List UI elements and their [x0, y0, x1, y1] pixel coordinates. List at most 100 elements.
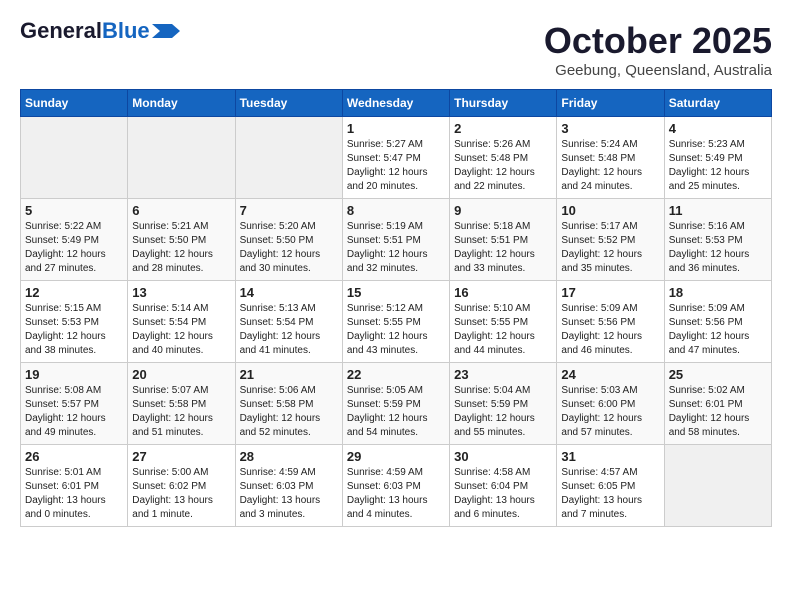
- day-info: Sunrise: 5:24 AM Sunset: 5:48 PM Dayligh…: [561, 138, 659, 194]
- calendar-cell: 27 Sunrise: 5:00 AM Sunset: 6:02 PM Dayli…: [128, 445, 235, 527]
- day-number: 7: [240, 203, 338, 218]
- day-info: Sunrise: 5:27 AM Sunset: 5:47 PM Dayligh…: [347, 138, 445, 194]
- calendar-cell: 19Sunrise: 5:08 AM Sunset: 5:57 PM Dayli…: [21, 363, 128, 445]
- day-info: Sunrise: 5:00 AM Sunset: 6:02 PM Dayligh…: [132, 466, 230, 522]
- calendar-cell: 13 Sunrise: 5:14 AM Sunset: 5:54 PM Dayli…: [128, 281, 235, 363]
- day-number: 13: [132, 285, 230, 300]
- calendar-cell: 29 Sunrise: 4:59 AM Sunset: 6:03 PM Dayli…: [342, 445, 449, 527]
- location-subtitle: Geebung, Queensland, Australia: [544, 62, 772, 79]
- day-info: Sunrise: 5:18 AM Sunset: 5:51 PM Dayligh…: [454, 220, 552, 276]
- day-number: 5: [25, 203, 123, 218]
- day-number: 15: [347, 285, 445, 300]
- day-number: 10: [561, 203, 659, 218]
- calendar-table: SundayMondayTuesdayWednesdayThursdayFrid…: [20, 89, 772, 527]
- day-number: 19: [25, 367, 123, 382]
- calendar-cell: 24Sunrise: 5:03 AM Sunset: 6:00 PM Dayli…: [557, 363, 664, 445]
- header-saturday: Saturday: [664, 90, 771, 117]
- day-number: 12: [25, 285, 123, 300]
- day-number: 28: [240, 449, 338, 464]
- calendar-cell: 23 Sunrise: 5:04 AM Sunset: 5:59 PM Dayli…: [450, 363, 557, 445]
- day-number: 8: [347, 203, 445, 218]
- day-number: 27: [132, 449, 230, 464]
- title-block: October 2025 Geebung, Queensland, Austra…: [544, 20, 772, 79]
- calendar-week-row: 5 Sunrise: 5:22 AM Sunset: 5:49 PM Daylig…: [21, 199, 772, 281]
- calendar-cell: 7Sunrise: 5:20 AM Sunset: 5:50 PM Daylig…: [235, 199, 342, 281]
- calendar-week-row: 19Sunrise: 5:08 AM Sunset: 5:57 PM Dayli…: [21, 363, 772, 445]
- day-info: Sunrise: 5:17 AM Sunset: 5:52 PM Dayligh…: [561, 220, 659, 276]
- calendar-cell: 1 Sunrise: 5:27 AM Sunset: 5:47 PM Daylig…: [342, 117, 449, 199]
- day-number: 1: [347, 121, 445, 136]
- calendar-cell: 18 Sunrise: 5:09 AM Sunset: 5:56 PM Dayli…: [664, 281, 771, 363]
- day-info: Sunrise: 5:14 AM Sunset: 5:54 PM Dayligh…: [132, 302, 230, 358]
- calendar-cell: 3 Sunrise: 5:24 AM Sunset: 5:48 PM Daylig…: [557, 117, 664, 199]
- day-info: Sunrise: 4:59 AM Sunset: 6:03 PM Dayligh…: [240, 466, 338, 522]
- day-number: 11: [669, 203, 767, 218]
- day-info: Sunrise: 5:09 AM Sunset: 5:56 PM Dayligh…: [669, 302, 767, 358]
- day-number: 4: [669, 121, 767, 136]
- header-friday: Friday: [557, 90, 664, 117]
- day-info: Sunrise: 5:04 AM Sunset: 5:59 PM Dayligh…: [454, 384, 552, 440]
- month-title: October 2025: [544, 20, 772, 62]
- calendar-cell: 16 Sunrise: 5:10 AM Sunset: 5:55 PM Dayli…: [450, 281, 557, 363]
- calendar-cell: [664, 445, 771, 527]
- day-info: Sunrise: 5:03 AM Sunset: 6:00 PM Dayligh…: [561, 384, 659, 440]
- day-info: Sunrise: 5:01 AM Sunset: 6:01 PM Dayligh…: [25, 466, 123, 522]
- day-info: Sunrise: 5:10 AM Sunset: 5:55 PM Dayligh…: [454, 302, 552, 358]
- calendar-cell: 11 Sunrise: 5:16 AM Sunset: 5:53 PM Dayli…: [664, 199, 771, 281]
- day-number: 22: [347, 367, 445, 382]
- day-number: 30: [454, 449, 552, 464]
- day-number: 21: [240, 367, 338, 382]
- calendar-cell: 6Sunrise: 5:21 AM Sunset: 5:50 PM Daylig…: [128, 199, 235, 281]
- header-wednesday: Wednesday: [342, 90, 449, 117]
- header-thursday: Thursday: [450, 90, 557, 117]
- page-header: GeneralBlue October 2025 Geebung, Queens…: [20, 20, 772, 79]
- calendar-cell: 21Sunrise: 5:06 AM Sunset: 5:58 PM Dayli…: [235, 363, 342, 445]
- header-sunday: Sunday: [21, 90, 128, 117]
- calendar-cell: 30 Sunrise: 4:58 AM Sunset: 6:04 PM Dayli…: [450, 445, 557, 527]
- calendar-cell: 10 Sunrise: 5:17 AM Sunset: 5:52 PM Dayli…: [557, 199, 664, 281]
- day-info: Sunrise: 5:09 AM Sunset: 5:56 PM Dayligh…: [561, 302, 659, 358]
- day-info: Sunrise: 4:58 AM Sunset: 6:04 PM Dayligh…: [454, 466, 552, 522]
- calendar-cell: 22 Sunrise: 5:05 AM Sunset: 5:59 PM Dayli…: [342, 363, 449, 445]
- calendar-week-row: 1 Sunrise: 5:27 AM Sunset: 5:47 PM Daylig…: [21, 117, 772, 199]
- day-info: Sunrise: 5:05 AM Sunset: 5:59 PM Dayligh…: [347, 384, 445, 440]
- day-info: Sunrise: 4:59 AM Sunset: 6:03 PM Dayligh…: [347, 466, 445, 522]
- day-number: 26: [25, 449, 123, 464]
- calendar-cell: [235, 117, 342, 199]
- calendar-cell: 26 Sunrise: 5:01 AM Sunset: 6:01 PM Dayli…: [21, 445, 128, 527]
- day-number: 31: [561, 449, 659, 464]
- day-number: 18: [669, 285, 767, 300]
- logo-arrow-icon: [152, 24, 180, 38]
- calendar-cell: 28 Sunrise: 4:59 AM Sunset: 6:03 PM Dayli…: [235, 445, 342, 527]
- logo: GeneralBlue: [20, 20, 180, 42]
- day-info: Sunrise: 5:22 AM Sunset: 5:49 PM Dayligh…: [25, 220, 123, 276]
- calendar-cell: 9 Sunrise: 5:18 AM Sunset: 5:51 PM Daylig…: [450, 199, 557, 281]
- day-number: 16: [454, 285, 552, 300]
- calendar-cell: 31 Sunrise: 4:57 AM Sunset: 6:05 PM Dayli…: [557, 445, 664, 527]
- header-monday: Monday: [128, 90, 235, 117]
- day-info: Sunrise: 5:19 AM Sunset: 5:51 PM Dayligh…: [347, 220, 445, 276]
- day-number: 14: [240, 285, 338, 300]
- calendar-week-row: 26 Sunrise: 5:01 AM Sunset: 6:01 PM Dayli…: [21, 445, 772, 527]
- day-info: Sunrise: 4:57 AM Sunset: 6:05 PM Dayligh…: [561, 466, 659, 522]
- day-number: 3: [561, 121, 659, 136]
- calendar-cell: [128, 117, 235, 199]
- day-info: Sunrise: 5:26 AM Sunset: 5:48 PM Dayligh…: [454, 138, 552, 194]
- calendar-cell: 15Sunrise: 5:12 AM Sunset: 5:55 PM Dayli…: [342, 281, 449, 363]
- day-number: 29: [347, 449, 445, 464]
- day-number: 9: [454, 203, 552, 218]
- day-number: 20: [132, 367, 230, 382]
- day-number: 25: [669, 367, 767, 382]
- calendar-cell: 4Sunrise: 5:23 AM Sunset: 5:49 PM Daylig…: [664, 117, 771, 199]
- header-tuesday: Tuesday: [235, 90, 342, 117]
- day-info: Sunrise: 5:07 AM Sunset: 5:58 PM Dayligh…: [132, 384, 230, 440]
- day-info: Sunrise: 5:21 AM Sunset: 5:50 PM Dayligh…: [132, 220, 230, 276]
- calendar-cell: 20 Sunrise: 5:07 AM Sunset: 5:58 PM Dayli…: [128, 363, 235, 445]
- day-number: 23: [454, 367, 552, 382]
- day-number: 2: [454, 121, 552, 136]
- calendar-cell: 14Sunrise: 5:13 AM Sunset: 5:54 PM Dayli…: [235, 281, 342, 363]
- day-number: 17: [561, 285, 659, 300]
- day-info: Sunrise: 5:16 AM Sunset: 5:53 PM Dayligh…: [669, 220, 767, 276]
- calendar-week-row: 12Sunrise: 5:15 AM Sunset: 5:53 PM Dayli…: [21, 281, 772, 363]
- calendar-header-row: SundayMondayTuesdayWednesdayThursdayFrid…: [21, 90, 772, 117]
